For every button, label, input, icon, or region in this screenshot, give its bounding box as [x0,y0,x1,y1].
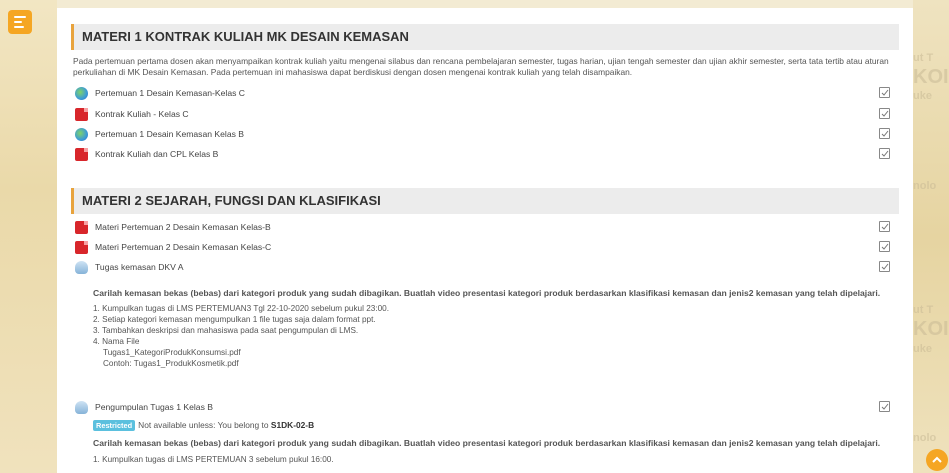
section-title-materi-2: MATERI 2 SEJARAH, FUNGSI DAN KLASIFIKASI [71,188,899,214]
check-icon [881,110,889,117]
restriction-group: S1DK-02-B [270,420,315,430]
pdf-file-icon [75,241,88,254]
restricted-badge: Restricted [93,420,136,431]
activity-row: Tugas kemasan DKV A [73,260,893,276]
activity-link[interactable]: Materi Pertemuan 2 Desain Kemasan Kelas-… [95,222,271,232]
activity-link[interactable]: Pengumpulan Tugas 1 Kelas B [95,402,213,412]
watermark-text: nolo [913,180,937,192]
list-item: 1. Kumpulkan tugas di LMS PERTEMUAN3 Tgl… [93,304,389,313]
watermark-text: KOI [913,66,949,88]
completion-checkbox[interactable] [879,87,890,98]
list-item: 1. Kumpulkan tugas di LMS PERTEMUAN 3 se… [93,455,334,464]
restriction-notice: Restricted Not available unless: You belo… [93,420,314,431]
url-globe-icon [75,87,88,100]
back-to-top-button[interactable] [926,449,948,471]
assignment-steps: 1. Kumpulkan tugas di LMS PERTEMUAN 3 se… [93,454,334,465]
list-item: Tugas1_KategoriProdukKonsumsi.pdf [103,348,241,357]
list-item: 4. Nama File [93,337,140,346]
pdf-file-icon [75,108,88,121]
check-icon [881,150,889,157]
check-icon [881,403,889,410]
hamburger-menu-icon [14,26,24,28]
check-icon [881,243,889,250]
activity-link[interactable]: Kontrak Kuliah - Kelas C [95,109,189,119]
activity-link[interactable]: Kontrak Kuliah dan CPL Kelas B [95,149,218,159]
activity-row: Kontrak Kuliah dan CPL Kelas B [73,147,893,163]
assignment-intro: Carilah kemasan bekas (bebas) dari kateg… [93,288,881,298]
activity-row: Materi Pertemuan 2 Desain Kemasan Kelas-… [73,240,893,256]
pdf-file-icon [75,221,88,234]
list-item: 3. Tambahkan deskripsi dan mahasiswa pad… [93,326,359,335]
activity-link[interactable]: Materi Pertemuan 2 Desain Kemasan Kelas-… [95,242,271,252]
assignment-icon [75,261,88,274]
activity-row: Pertemuan 1 Desain Kemasan Kelas B [73,127,893,143]
check-icon [881,89,889,96]
restriction-text: Not available unless: You belong to [138,420,271,430]
activity-link[interactable]: Pertemuan 1 Desain Kemasan Kelas B [95,129,244,139]
hamburger-menu-icon [14,21,22,23]
hamburger-menu-icon [14,16,26,18]
background-decoration-left [0,0,57,473]
check-icon [881,130,889,137]
assignment-intro: Carilah kemasan bekas (bebas) dari kateg… [93,438,881,448]
completion-checkbox[interactable] [879,241,890,252]
watermark-text: uke [913,343,932,355]
section-title-materi-1: MATERI 1 KONTRAK KULIAH MK DESAIN KEMASA… [71,24,899,50]
check-icon [881,223,889,230]
watermark-text: uke [913,90,932,102]
activity-row: Kontrak Kuliah - Kelas C [73,107,893,123]
list-item: 2. Setiap kategori kemasan mengumpulkan … [93,315,376,324]
watermark-text: ut T [913,304,934,316]
activity-link[interactable]: Pertemuan 1 Desain Kemasan-Kelas C [95,88,245,98]
completion-checkbox[interactable] [879,128,890,139]
drawer-toggle-button[interactable] [8,10,32,34]
assignment-icon [75,401,88,414]
watermark-text: KOI [913,318,949,340]
section-summary: Pada pertemuan pertama dosen akan menyam… [73,56,889,77]
url-globe-icon [75,128,88,141]
activity-row: Materi Pertemuan 2 Desain Kemasan Kelas-… [73,220,893,236]
course-content: MATERI 1 KONTRAK KULIAH MK DESAIN KEMASA… [57,8,913,473]
watermark-text: ut T [913,52,934,64]
activity-link[interactable]: Tugas kemasan DKV A [95,262,184,272]
watermark-text: nolo [913,432,937,444]
completion-checkbox[interactable] [879,401,890,412]
activity-row: Pertemuan 1 Desain Kemasan-Kelas C [73,86,893,102]
pdf-file-icon [75,148,88,161]
chevron-up-icon [932,456,942,463]
activity-row: Pengumpulan Tugas 1 Kelas B [73,400,893,416]
check-icon [881,263,889,270]
completion-checkbox[interactable] [879,221,890,232]
completion-checkbox[interactable] [879,148,890,159]
completion-checkbox[interactable] [879,261,890,272]
list-item: Contoh: Tugas1_ProdukKosmetik.pdf [103,359,239,368]
assignment-steps: 1. Kumpulkan tugas di LMS PERTEMUAN3 Tgl… [93,303,389,369]
completion-checkbox[interactable] [879,108,890,119]
